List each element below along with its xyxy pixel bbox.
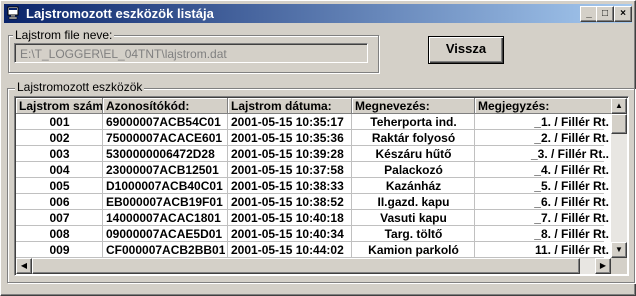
file-name-group-label: Lajstrom file neve: <box>13 28 115 42</box>
cell-date: 2001-05-15 10:39:28 <box>231 147 344 161</box>
cell-note: _4. / Fillér Rt. <box>534 163 609 177</box>
cell-number: 009 <box>49 243 70 257</box>
cell-note: _1. / Fillér Rt. <box>534 115 609 129</box>
cell-date: 2001-05-15 10:37:58 <box>231 163 344 177</box>
maximize-button[interactable]: □ <box>596 6 614 22</box>
column-header-name[interactable]: Megnevezés: <box>352 98 475 114</box>
scroll-down-button[interactable]: ▼ <box>611 242 627 258</box>
device-list-group-label: Lajstromozott eszközök <box>15 80 145 94</box>
cell-name: Teherporta ind. <box>370 115 457 129</box>
window-title: Lajstromozott eszközök listája <box>26 6 214 21</box>
cell-note: 11. / Fillér Rt. <box>534 243 609 257</box>
cell-code: 14000007ACAC1801 <box>106 211 221 225</box>
scrollbar-corner <box>611 258 627 274</box>
cell-note: _5. / Fillér Rt. <box>534 179 609 193</box>
cell-code: D1000007ACB40C01 <box>106 179 223 193</box>
cell-name: Kazánház <box>385 179 442 193</box>
vertical-scrollbar[interactable]: ▲ ▼ <box>611 98 627 258</box>
cell-code: 09000007ACAE5D01 <box>106 227 223 241</box>
file-path-input[interactable]: E:\T_LOGGER\EL_04TNT\lajstrom.dat <box>14 43 368 63</box>
column-header-note[interactable]: Megjegyzés: <box>475 98 612 114</box>
cell-name: Készáru hűtő <box>375 147 452 161</box>
cell-number: 008 <box>49 227 70 241</box>
column-divider <box>102 114 103 274</box>
column-header-number[interactable]: Lajstrom szám: <box>16 98 103 114</box>
title-bar[interactable]: Lajstromozott eszközök listája _ □ × <box>4 4 632 23</box>
cell-number: 004 <box>49 163 70 177</box>
cell-number: 002 <box>49 131 70 145</box>
cell-name: Raktár folyosó <box>371 131 456 145</box>
cell-name: II.gazd. kapu <box>377 195 450 209</box>
cell-note: _8. / Fillér Rt. <box>534 227 609 241</box>
cell-number: 006 <box>49 195 70 209</box>
scroll-left-button[interactable]: ◀ <box>16 258 32 274</box>
cell-name: Targ. töltő <box>384 227 443 241</box>
cell-date: 2001-05-15 10:35:36 <box>231 131 344 145</box>
cell-code: 69000007ACB54C01 <box>106 115 221 129</box>
scroll-up-button[interactable]: ▲ <box>611 98 627 114</box>
cell-code: CF000007ACB2BB01 <box>106 243 225 257</box>
cell-code: EB000007ACB19F01 <box>106 195 223 209</box>
close-button[interactable]: × <box>614 6 632 22</box>
column-header-code[interactable]: Azonosítókód: <box>103 98 228 114</box>
column-divider <box>474 114 475 274</box>
app-icon <box>7 6 21 20</box>
cell-date: 2001-05-15 10:40:18 <box>231 211 344 225</box>
cell-note: _2. / Fillér Rt. <box>534 131 609 145</box>
cell-name: Vasuti kapu <box>380 211 447 225</box>
main-window: Lajstromozott eszközök listája _ □ × Laj… <box>0 0 636 296</box>
cell-number: 005 <box>49 179 70 193</box>
cell-date: 2001-05-15 10:38:33 <box>231 179 344 193</box>
cell-note: _7. / Fillér Rt. <box>534 211 609 225</box>
scroll-right-button[interactable]: ▶ <box>595 258 611 274</box>
back-button[interactable]: Vissza <box>428 36 504 64</box>
cell-note: _6. / Fillér Rt. <box>534 195 609 209</box>
cell-date: 2001-05-15 10:40:34 <box>231 227 344 241</box>
cell-code: 23000007ACB12501 <box>106 163 219 177</box>
cell-number: 001 <box>49 115 70 129</box>
cell-date: 2001-05-15 10:35:17 <box>231 115 344 129</box>
cell-date: 2001-05-15 10:44:02 <box>231 243 344 257</box>
cell-number: 003 <box>49 147 70 161</box>
cell-date: 2001-05-15 10:38:52 <box>231 195 344 209</box>
cell-note: _3. / Fillér Rt.. <box>530 147 609 161</box>
cell-name: Kamion parkoló <box>368 243 459 257</box>
cell-code: 75000007ACACE601 <box>106 131 223 145</box>
vertical-scroll-thumb[interactable] <box>611 114 627 134</box>
cell-name: Palackozó <box>384 163 443 177</box>
column-divider <box>227 114 228 274</box>
cell-code: 5300000006472D28 <box>106 147 215 161</box>
column-header-date[interactable]: Lajstrom dátuma: <box>228 98 352 114</box>
column-divider <box>351 114 352 274</box>
horizontal-scroll-thumb[interactable] <box>32 258 580 274</box>
cell-number: 007 <box>49 211 70 225</box>
horizontal-scrollbar[interactable]: ◀ ▶ <box>16 258 611 274</box>
device-table[interactable]: Lajstrom szám: Azonosítókód: Lajstrom dá… <box>14 96 629 276</box>
